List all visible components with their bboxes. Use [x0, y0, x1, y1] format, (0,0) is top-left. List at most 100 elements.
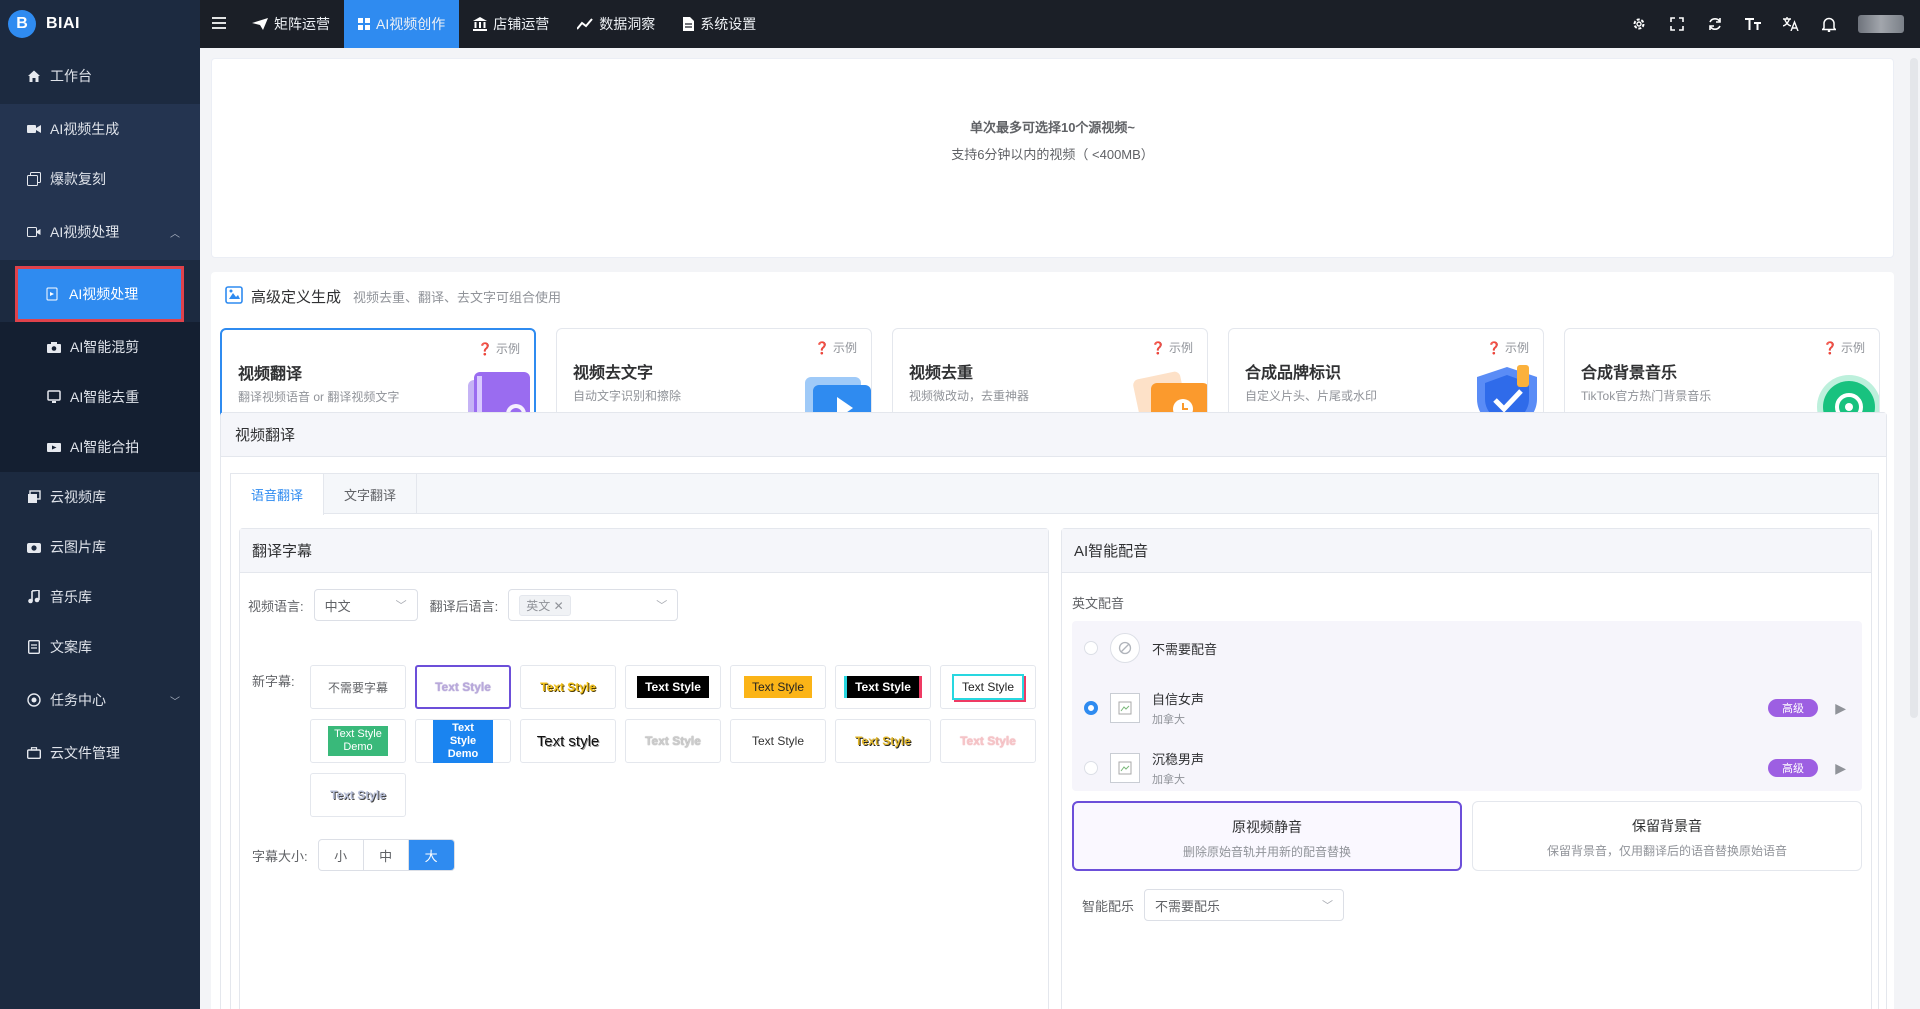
subtitle-style-none[interactable]: 不需要字幕 [310, 665, 406, 709]
subtitle-style-grey-outline[interactable]: Text Style [625, 719, 721, 763]
play-icon[interactable]: ▶ [1835, 760, 1846, 777]
sidebar-item-label: 任务中心 [50, 692, 106, 708]
subtitle-style-blue-demo[interactable]: Text Style Demo [415, 719, 511, 763]
sidebar-item-ai-video-gen[interactable]: AI视频生成 [0, 104, 200, 154]
topnav-settings[interactable]: 系统设置 [669, 0, 770, 48]
logo[interactable]: B BIAI [0, 0, 200, 48]
sidebar-item-cloud-files[interactable]: 云文件管理 [0, 728, 200, 778]
size-medium-button[interactable]: 中 [364, 840, 409, 870]
example-link[interactable]: ❓ 示例 [815, 339, 857, 356]
sidebar-item-smart-duet[interactable]: AI智能合拍 [0, 422, 200, 472]
voice-name: 沉稳男声 [1152, 752, 1205, 767]
sidebar-item-label: AI视频生成 [50, 121, 120, 137]
subtitle-style-pink[interactable]: Text Style [940, 719, 1036, 763]
sidebar-item-task-center[interactable]: 任务中心 ﹀ [0, 672, 200, 728]
sidebar-item-label: 云图片库 [50, 539, 106, 555]
avatar[interactable] [1858, 15, 1904, 33]
custom-generate-panel: 高级定义生成 视频去重、翻译、去文字可组合使用 ❓ 示例 视频翻译 翻译视频语音… [211, 272, 1894, 1009]
example-link[interactable]: ❓ 示例 [1487, 339, 1529, 356]
translate-tabs-container: 语音翻译 文字翻译 翻译字幕 视频语言: 中文 ﹀ 翻译后语言: 英文 ✕ ﹀ … [230, 473, 1879, 1009]
sidebar-item-cloud-video[interactable]: 云视频库 [0, 472, 200, 522]
music-select[interactable]: 不需要配乐 ﹀ [1144, 889, 1345, 921]
brand-logo-icon: B [8, 10, 36, 38]
topnav-ai-video[interactable]: AI视频创作 [344, 0, 460, 48]
refresh-icon[interactable] [1696, 0, 1734, 48]
subtitle-style-plain[interactable]: Text Style [730, 719, 826, 763]
fullscreen-icon[interactable] [1658, 0, 1696, 48]
card-desc: 自定义片头、片尾或水印 [1245, 389, 1378, 403]
size-large-button[interactable]: 大 [408, 840, 454, 870]
bell-icon[interactable] [1810, 0, 1848, 48]
radio-button-selected[interactable] [1084, 701, 1098, 715]
option-keep-bg-audio[interactable]: 保留背景音 保留背景音，仅用翻译后的语音替换原始语音 [1472, 801, 1862, 871]
option-mute-original[interactable]: 原视频静音 删除原始音轨并用新的配音替换 [1072, 801, 1462, 871]
sidebar-item-cloud-image[interactable]: 云图片库 [0, 522, 200, 572]
close-icon[interactable]: ✕ [554, 599, 564, 613]
example-label: 示例 [1504, 341, 1529, 355]
radio-button[interactable] [1084, 761, 1098, 775]
example-link[interactable]: ❓ 示例 [478, 340, 520, 357]
ai-dubbing-box: AI智能配音 英文配音 不需要配音 自信女声 加拿大 高级 ▶ 沉稳男声 加拿大… [1061, 528, 1872, 1009]
sidebar-item-ai-video-process[interactable]: AI视频处理 [15, 266, 184, 322]
voice-name: 不需要配音 [1152, 641, 1218, 657]
topnav-matrix[interactable]: 矩阵运营 [238, 0, 344, 48]
topnav-store[interactable]: 店铺运营 [459, 0, 563, 48]
target-icon [26, 692, 42, 708]
file-icon [683, 17, 695, 31]
help-circle-icon: ❓ [477, 342, 493, 356]
sidebar-item-viral-copy[interactable]: 爆款复刻 [0, 154, 200, 204]
subtitle-style-black-bg[interactable]: Text Style [625, 665, 721, 709]
card-title: 合成背景音乐 [1581, 365, 1678, 382]
card-title: 视频翻译 [238, 366, 303, 383]
subtitle-style-silver[interactable]: Text Style [310, 773, 406, 817]
subtitle-style-orange-bg[interactable]: Text Style [730, 665, 826, 709]
menu-toggle[interactable] [200, 0, 238, 48]
video-lang-label: 视频语言: [248, 598, 304, 614]
subtitle-style-gold[interactable]: Text Style [835, 719, 931, 763]
subtitle-style-green-demo[interactable]: Text Style Demo [310, 719, 406, 763]
broken-image-icon [1110, 693, 1140, 723]
sidebar-item-smart-mix[interactable]: AI智能混剪 [0, 322, 200, 372]
upload-dropzone[interactable]: 单次最多可选择10个源视频~ 支持6分钟以内的视频（ <400MB） [211, 58, 1894, 258]
voice-option-steady-male[interactable]: 沉稳男声 加拿大 高级 ▶ [1072, 743, 1862, 793]
video-lang-select[interactable]: 中文 ﹀ [313, 589, 418, 621]
document-icon [26, 639, 42, 655]
new-subtitle-label: 新字幕: [252, 674, 295, 689]
target-lang-select[interactable]: 英文 ✕ ﹀ [508, 589, 679, 621]
example-link[interactable]: ❓ 示例 [1823, 339, 1865, 356]
voice-name: 自信女声 [1152, 692, 1205, 707]
style-sample: Text Style [951, 674, 1025, 700]
translate-icon[interactable] [1772, 0, 1810, 48]
vertical-scrollbar[interactable] [1910, 58, 1918, 718]
sidebar-item-ai-video-process-group[interactable]: AI视频处理 ︿ [0, 204, 200, 260]
video-library-icon [26, 489, 42, 505]
radio-button[interactable] [1084, 641, 1098, 655]
size-small-button[interactable]: 小 [319, 840, 364, 870]
tab-text-translate[interactable]: 文字翻译 [324, 474, 418, 514]
subtitle-style-glitch[interactable]: Text Style [940, 665, 1036, 709]
film-icon [46, 439, 62, 455]
tab-voice-translate[interactable]: 语音翻译 [231, 474, 325, 515]
sidebar-item-workbench[interactable]: 工作台 [0, 48, 200, 104]
example-link[interactable]: ❓ 示例 [1151, 339, 1193, 356]
sidebar-item-copywriting[interactable]: 文案库 [0, 622, 200, 672]
voice-option-confident-female[interactable]: 自信女声 加拿大 高级 ▶ [1072, 683, 1862, 733]
topnav-data[interactable]: 数据洞察 [563, 0, 669, 48]
option-desc: 保留背景音，仅用翻译后的语音替换原始语音 [1546, 844, 1787, 858]
voice-region: 加拿大 [1152, 714, 1185, 726]
subtitle-style-outline-pink[interactable]: Text Style [415, 665, 511, 709]
subtitle-size-row: 字幕大小: 小 中 大 [252, 839, 455, 871]
settings-icon[interactable] [1620, 0, 1658, 48]
font-size-icon[interactable] [1734, 0, 1772, 48]
upload-hint-count: 单次最多可选择10个源视频~ [969, 120, 1136, 135]
video-lang-value: 中文 [324, 598, 351, 614]
sidebar-item-smart-dedupe[interactable]: AI智能去重 [0, 372, 200, 422]
topnav-label: 系统设置 [700, 16, 757, 32]
subtitle-style-neon[interactable]: Text Style [835, 665, 931, 709]
sidebar-item-music[interactable]: 音乐库 [0, 572, 200, 622]
play-icon[interactable]: ▶ [1835, 700, 1846, 717]
subtitle-style-bold-black[interactable]: Text style [520, 719, 616, 763]
premium-badge: 高级 [1768, 699, 1818, 717]
subtitle-style-yellow[interactable]: Text Style [520, 665, 616, 709]
voice-option-none[interactable]: 不需要配音 [1072, 623, 1862, 673]
